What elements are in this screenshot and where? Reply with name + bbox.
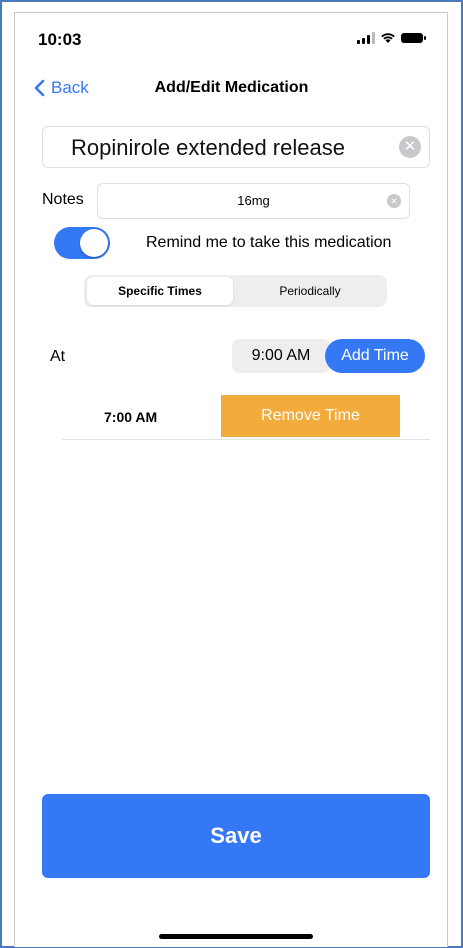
status-time: 10:03 bbox=[38, 30, 82, 49]
medication-name-field[interactable]: Ropinirole extended release ✕ bbox=[42, 126, 430, 168]
schedule-segmented-control: Specific Times Periodically bbox=[84, 275, 387, 307]
tab-specific-times[interactable]: Specific Times bbox=[87, 277, 233, 305]
remove-time-button[interactable]: Remove Time bbox=[221, 395, 400, 437]
wifi-icon bbox=[381, 33, 395, 43]
home-indicator bbox=[159, 934, 313, 939]
save-button[interactable]: Save bbox=[42, 794, 430, 878]
status-icons bbox=[357, 32, 426, 44]
time-picker[interactable]: 9:00 AM bbox=[232, 339, 330, 373]
signal-bars-icon bbox=[357, 32, 375, 44]
tab-periodically[interactable]: Periodically bbox=[236, 277, 384, 305]
notes-label: Notes bbox=[42, 191, 84, 208]
toggle-knob bbox=[80, 229, 108, 257]
remind-label: Remind me to take this medication bbox=[146, 234, 392, 251]
row-divider bbox=[62, 439, 430, 440]
page-title: Add/Edit Medication bbox=[154, 79, 309, 96]
battery-icon bbox=[401, 33, 426, 43]
at-label: At bbox=[50, 348, 66, 365]
add-time-button[interactable]: Add Time bbox=[325, 339, 425, 373]
clear-icon[interactable]: ✕ bbox=[387, 194, 401, 208]
scheduled-time: 7:00 AM bbox=[104, 409, 158, 425]
medication-name-text: Ropinirole extended release bbox=[71, 135, 345, 160]
remind-toggle[interactable] bbox=[54, 227, 110, 259]
notes-field[interactable]: 16mg ✕ bbox=[97, 183, 410, 219]
clear-icon[interactable]: ✕ bbox=[399, 136, 421, 158]
notes-value: 16mg bbox=[237, 193, 270, 208]
